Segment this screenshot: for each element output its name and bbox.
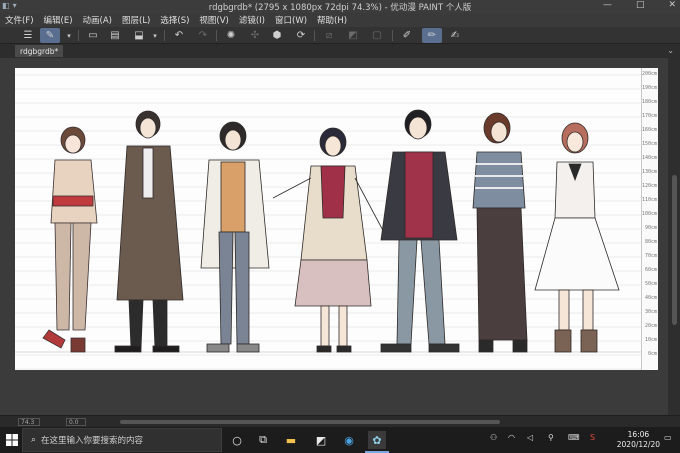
search-placeholder: 在这里输入你要搜索的内容 <box>41 436 144 446</box>
menu-view[interactable]: 视图(V) <box>199 14 228 26</box>
ruler-label: 150cm <box>641 141 657 147</box>
zoom-field[interactable]: 74.3 <box>18 418 40 426</box>
ruler-label: 180cm <box>641 99 657 105</box>
menu-window[interactable]: 窗口(W) <box>275 14 307 26</box>
ruler-label: 60cm <box>644 267 657 273</box>
maximize-button[interactable]: □ <box>636 0 645 10</box>
status-bar: 74.3 0.0 <box>0 415 680 427</box>
close-button[interactable]: ✕ <box>668 0 676 10</box>
toolbar-divider <box>78 30 79 41</box>
people-icon[interactable]: ⚇ <box>490 433 497 442</box>
notification-icon[interactable]: ▭ <box>664 433 672 442</box>
menu-help[interactable]: 帮助(H) <box>317 14 347 26</box>
ruler-label: 90cm <box>644 225 657 231</box>
ruler-label: 170cm <box>641 113 657 119</box>
document-tab-strip: rdgbgrdb* ⌄ <box>0 44 680 58</box>
ruler-label: 200cm <box>641 71 657 77</box>
toolbar-divider <box>216 30 217 41</box>
app-window: ◧ ▾ rdgbgrdb* (2795 x 1080px 72dpi 74.3%… <box>0 0 680 453</box>
pencil-icon[interactable]: ✏ <box>422 28 442 43</box>
chevron-down-icon[interactable]: ▾ <box>64 28 74 43</box>
redo-icon[interactable]: ↷ <box>196 28 210 43</box>
ruler-label: 190cm <box>641 85 657 91</box>
menu-bar: 文件(F) 编辑(E) 动画(A) 图层(L) 选择(S) 视图(V) 滤镜(I… <box>0 13 680 27</box>
toolbar-divider <box>392 30 393 41</box>
ruler-label: 0cm <box>647 351 657 357</box>
frame-icon[interactable]: ▢ <box>370 28 384 43</box>
taskbar: ⌕ 在这里输入你要搜索的内容 ○ ⧉ ▬ ◩ ◉ ✿ ⚇ ◠ ◁ ⚲ ⌨ S 1… <box>0 427 680 453</box>
paint-app-icon[interactable]: ✿ <box>368 431 386 449</box>
ruler-label: 120cm <box>641 183 657 189</box>
transform-icon[interactable]: ✣ <box>248 28 262 43</box>
search-icon: ⌕ <box>31 435 37 445</box>
window-controls: — □ ✕ <box>603 0 676 10</box>
ruler-label: 70cm <box>644 253 657 259</box>
horizontal-scrollbar[interactable] <box>120 420 500 424</box>
chevron-down-icon[interactable]: ⌄ <box>667 46 674 55</box>
ruler-icon[interactable]: ⟳ <box>294 28 308 43</box>
task-view-icon[interactable]: ⧉ <box>254 431 272 449</box>
toolbar-divider <box>314 30 315 41</box>
file-explorer-icon[interactable]: ▬ <box>282 431 300 449</box>
ruler-label: 30cm <box>644 309 657 315</box>
title-bar: ◧ ▾ rdgbgrdb* (2795 x 1080px 72dpi 74.3%… <box>0 0 680 13</box>
minimize-button[interactable]: — <box>603 0 612 10</box>
angle-field[interactable]: 0.0 <box>66 418 86 426</box>
shape-icon[interactable]: ◩ <box>346 28 360 43</box>
volume-icon[interactable]: ◁ <box>527 433 533 442</box>
clock-date: 2020/12/20 <box>616 440 660 449</box>
pen-app-icon[interactable]: ◩ <box>312 431 330 449</box>
gradient-icon[interactable]: ⧄ <box>322 28 336 43</box>
menu-select[interactable]: 选择(S) <box>160 14 189 26</box>
ruler-label: 20cm <box>644 323 657 329</box>
save-icon[interactable]: ⬓ <box>132 28 146 43</box>
ruler-label: 110cm <box>641 197 657 203</box>
windows-start-icon[interactable] <box>3 431 21 449</box>
ruler-label: 160cm <box>641 127 657 133</box>
undo-icon[interactable]: ↶ <box>172 28 186 43</box>
ruler-label: 100cm <box>641 211 657 217</box>
vertical-scroll-thumb[interactable] <box>672 175 677 325</box>
ruler-label: 140cm <box>641 155 657 161</box>
edge-browser-icon[interactable]: ◉ <box>340 431 358 449</box>
menu-filter[interactable]: 滤镜(I) <box>239 14 265 26</box>
ruler-label: 50cm <box>644 281 657 287</box>
ruler-label: 10cm <box>644 337 657 343</box>
character-lineup-drawing <box>15 68 641 370</box>
menu-file[interactable]: 文件(F) <box>5 14 34 26</box>
wifi-icon[interactable]: ◠ <box>508 433 515 442</box>
drawing-canvas[interactable]: 200cm 190cm 180cm 170cm 160cm 150cm 140c… <box>15 68 658 370</box>
ime-icon[interactable]: S <box>590 433 595 442</box>
fill-icon[interactable]: ⬢ <box>270 28 284 43</box>
brush-icon[interactable]: ✍ <box>448 28 462 43</box>
menu-icon[interactable]: ☰ <box>20 28 36 43</box>
network-icon[interactable]: ⚲ <box>548 433 554 442</box>
taskbar-search[interactable]: ⌕ 在这里输入你要搜索的内容 <box>22 428 222 452</box>
window-title: rdgbgrdb* (2795 x 1080px 72dpi 74.3%) - … <box>208 3 472 13</box>
menu-layer[interactable]: 图层(L) <box>122 14 150 26</box>
save-options-chevron-icon[interactable]: ▾ <box>150 28 160 43</box>
ruler-label: 40cm <box>644 295 657 301</box>
cortana-icon[interactable]: ○ <box>228 431 246 449</box>
pen-tool-icon[interactable]: ✐ <box>400 28 414 43</box>
menu-animation[interactable]: 动画(A) <box>83 14 112 26</box>
pen-icon[interactable]: ✎ <box>40 28 60 43</box>
new-icon[interactable]: ▭ <box>86 28 100 43</box>
open-icon[interactable]: ▤ <box>108 28 122 43</box>
ruler-label: 130cm <box>641 169 657 175</box>
document-tab[interactable]: rdgbgrdb* <box>15 45 64 57</box>
menu-edit[interactable]: 编辑(E) <box>44 14 73 26</box>
toolbar-divider <box>164 30 165 41</box>
command-toolbar: ☰ ✎ ▾ ▭ ▤ ⬓ ▾ ↶ ↷ ✺ ✣ ⬢ ⟳ ⧄ ◩ ▢ ✐ ✏ ✍ <box>0 27 680 44</box>
ruler-label: 80cm <box>644 239 657 245</box>
keyboard-icon[interactable]: ⌨ <box>568 433 580 442</box>
clock-time: 16:06 <box>627 430 650 439</box>
select-icon[interactable]: ✺ <box>224 28 238 43</box>
height-ruler: 200cm 190cm 180cm 170cm 160cm 150cm 140c… <box>641 68 658 370</box>
system-clock[interactable]: 16:06 2020/12/20 <box>617 430 660 450</box>
